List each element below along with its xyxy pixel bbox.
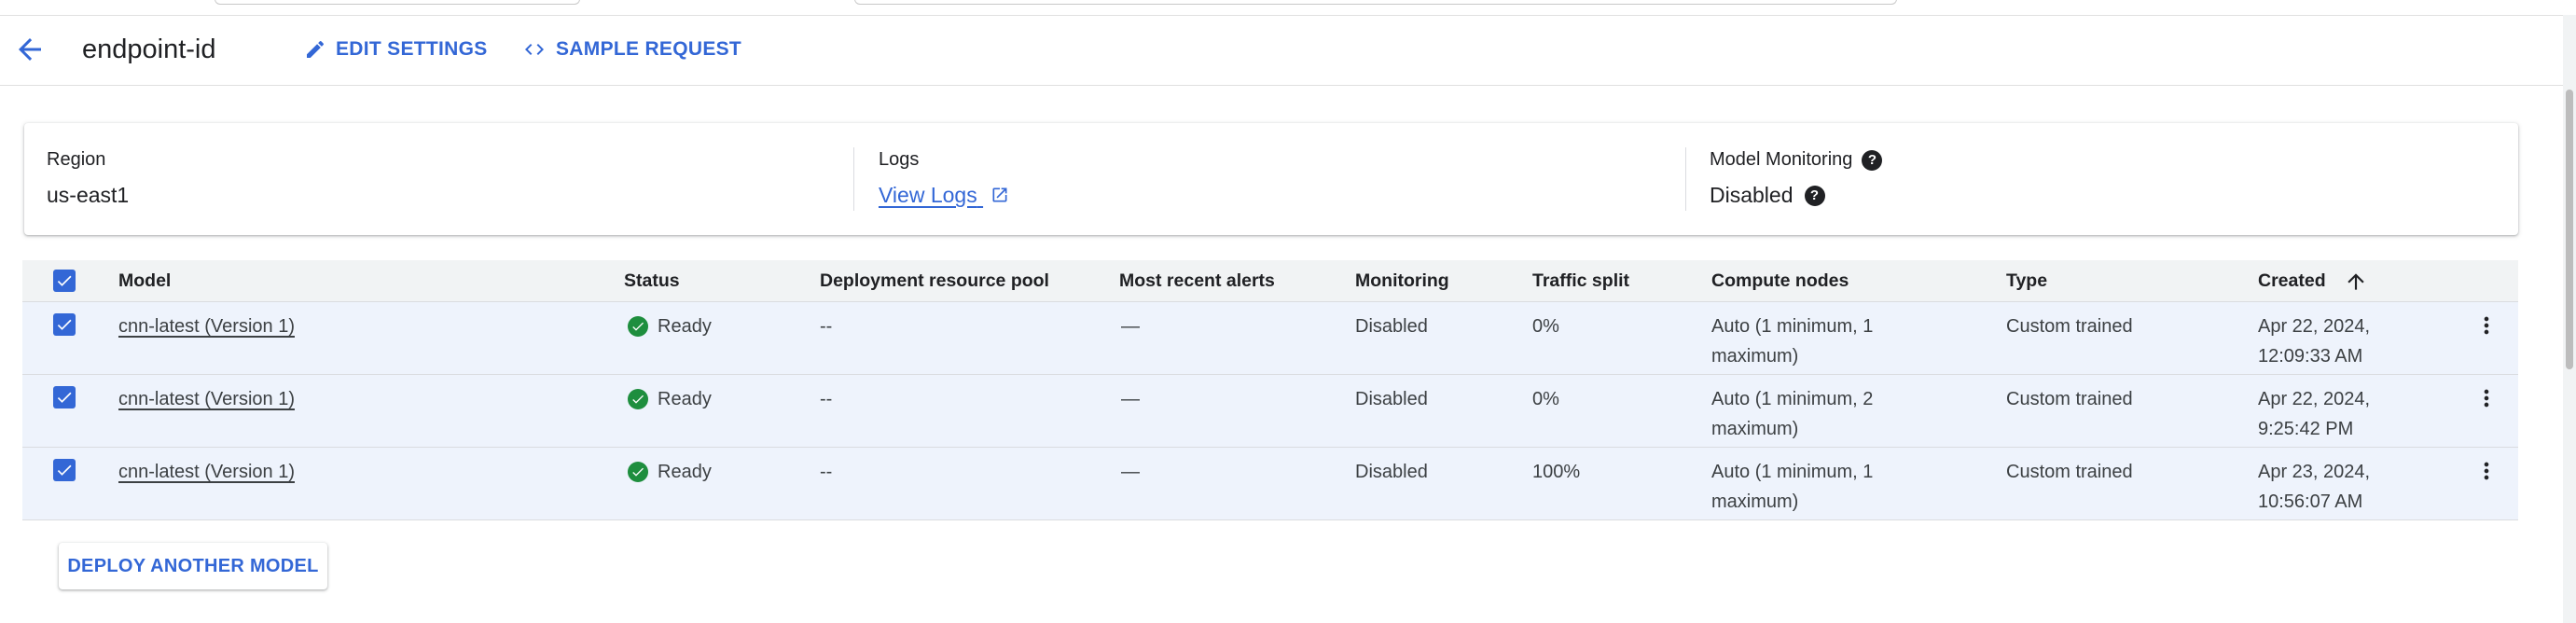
more-vert-icon [2484,462,2489,480]
view-logs-link[interactable]: View Logs [879,183,1009,208]
row-actions-button[interactable] [2472,384,2500,412]
table-header: Model Status Deployment resource pool Mo… [22,260,2518,302]
toolbar-fragment [215,0,580,5]
scrollbar-thumb[interactable] [2566,90,2573,369]
alerts-cell: — [1121,389,1140,409]
col-header-created-label: Created [2258,270,2326,291]
arrow-back-icon [19,38,41,61]
check-circle-icon [628,462,648,482]
type-cell: Custom trained [2006,316,2133,337]
row-actions-button[interactable] [2472,312,2500,339]
divider [1685,147,1686,211]
col-header-traffic[interactable]: Traffic split [1532,266,1629,296]
status-text: Ready [658,462,712,482]
status-text: Ready [658,316,712,337]
pool-cell: -- [820,389,833,409]
deployed-models-table: Model Status Deployment resource pool Mo… [22,260,2518,520]
logs-label: Logs [879,149,920,170]
edit-settings-button[interactable]: EDIT SETTINGS [304,36,488,62]
vertical-scrollbar[interactable] [2563,15,2576,623]
region-label: Region [47,149,106,170]
check-circle-icon [628,389,648,409]
help-icon[interactable]: ? [1862,149,1883,171]
divider [853,147,854,211]
created-cell: Apr 22, 2024, 12:09:33 AM [2258,316,2371,367]
code-icon [525,44,544,55]
search-bar-fragment[interactable] [854,0,1897,5]
checkbox-checked-icon [57,392,72,403]
col-header-alerts[interactable]: Most recent alerts [1119,266,1275,296]
monitoring-status: Disabled ? [1710,183,1825,208]
status-cell: Ready [628,312,712,341]
top-toolbar-remnant [0,0,2576,16]
model-link[interactable]: cnn-latest (Version 1) [118,312,295,341]
help-icon[interactable]: ? [1804,185,1825,206]
col-header-pool[interactable]: Deployment resource pool [820,266,1049,296]
edit-settings-label: EDIT SETTINGS [336,38,488,60]
col-header-created[interactable]: Created [2258,266,2368,296]
col-header-type[interactable]: Type [2006,266,2047,296]
model-monitoring-label: Model Monitoring ? [1710,149,1883,171]
pool-cell: -- [820,462,833,482]
checkbox-checked-icon [57,464,72,476]
external-link-icon [992,187,1007,202]
pool-cell: -- [820,316,833,337]
pencil-icon [307,40,325,58]
sample-request-button[interactable]: SAMPLE REQUEST [522,36,741,62]
model-link[interactable]: cnn-latest (Version 1) [118,384,295,414]
more-vert-icon [2484,389,2489,408]
type-cell: Custom trained [2006,389,2133,409]
table-row[interactable]: cnn-latest (Version 1) Ready -- — Disabl… [22,302,2518,375]
row-checkbox[interactable] [53,459,76,481]
col-header-monitoring[interactable]: Monitoring [1355,266,1449,296]
col-header-model[interactable]: Model [118,266,171,296]
model-link[interactable]: cnn-latest (Version 1) [118,457,295,487]
logs-value: View Logs [879,183,1009,208]
table-row[interactable]: cnn-latest (Version 1) Ready -- — Disabl… [22,375,2518,448]
created-cell: Apr 23, 2024, 10:56:07 AM [2258,462,2371,512]
traffic-cell: 100% [1532,462,1581,482]
table-row[interactable]: cnn-latest (Version 1) Ready -- — Disabl… [22,448,2518,520]
sample-request-label: SAMPLE REQUEST [556,38,742,60]
endpoint-summary-card: Region us-east1 Logs View Logs Model Mon… [24,123,2518,235]
select-all-checkbox[interactable] [53,270,76,292]
monitoring-cell: Disabled [1355,316,1428,337]
compute-cell: Auto (1 minimum, 1 maximum) [1711,316,1874,367]
monitoring-cell: Disabled [1355,462,1428,482]
region-value: us-east1 [47,183,130,207]
compute-cell: Auto (1 minimum, 2 maximum) [1711,389,1874,439]
alerts-cell: — [1121,316,1140,337]
checkbox-checked-icon [57,275,72,286]
monitoring-value: Disabled [1710,183,1794,207]
compute-cell: Auto (1 minimum, 1 maximum) [1711,462,1874,512]
status-cell: Ready [628,384,712,414]
traffic-cell: 0% [1532,389,1559,409]
back-button[interactable] [13,33,47,66]
row-checkbox[interactable] [53,386,76,408]
deploy-another-model-button[interactable]: DEPLOY ANOTHER MODEL [59,543,327,589]
more-vert-icon [2484,316,2489,335]
checkbox-checked-icon [57,319,72,330]
page-title: endpoint-id [82,35,216,64]
status-text: Ready [658,389,712,409]
monitoring-cell: Disabled [1355,389,1428,409]
status-cell: Ready [628,457,712,487]
type-cell: Custom trained [2006,462,2133,482]
row-checkbox[interactable] [53,313,76,336]
arrow-up-icon [2347,273,2364,290]
alerts-cell: — [1121,462,1140,482]
created-cell: Apr 22, 2024, 9:25:42 PM [2258,389,2371,439]
model-monitoring-text: Model Monitoring [1710,149,1853,170]
traffic-cell: 0% [1532,316,1559,337]
col-header-status[interactable]: Status [624,266,680,296]
row-actions-button[interactable] [2472,457,2500,485]
view-logs-label: View Logs [879,183,977,207]
check-circle-icon [628,316,648,337]
col-header-compute[interactable]: Compute nodes [1711,266,1849,296]
page-header: endpoint-id EDIT SETTINGS SAMPLE REQUEST [0,16,2563,86]
